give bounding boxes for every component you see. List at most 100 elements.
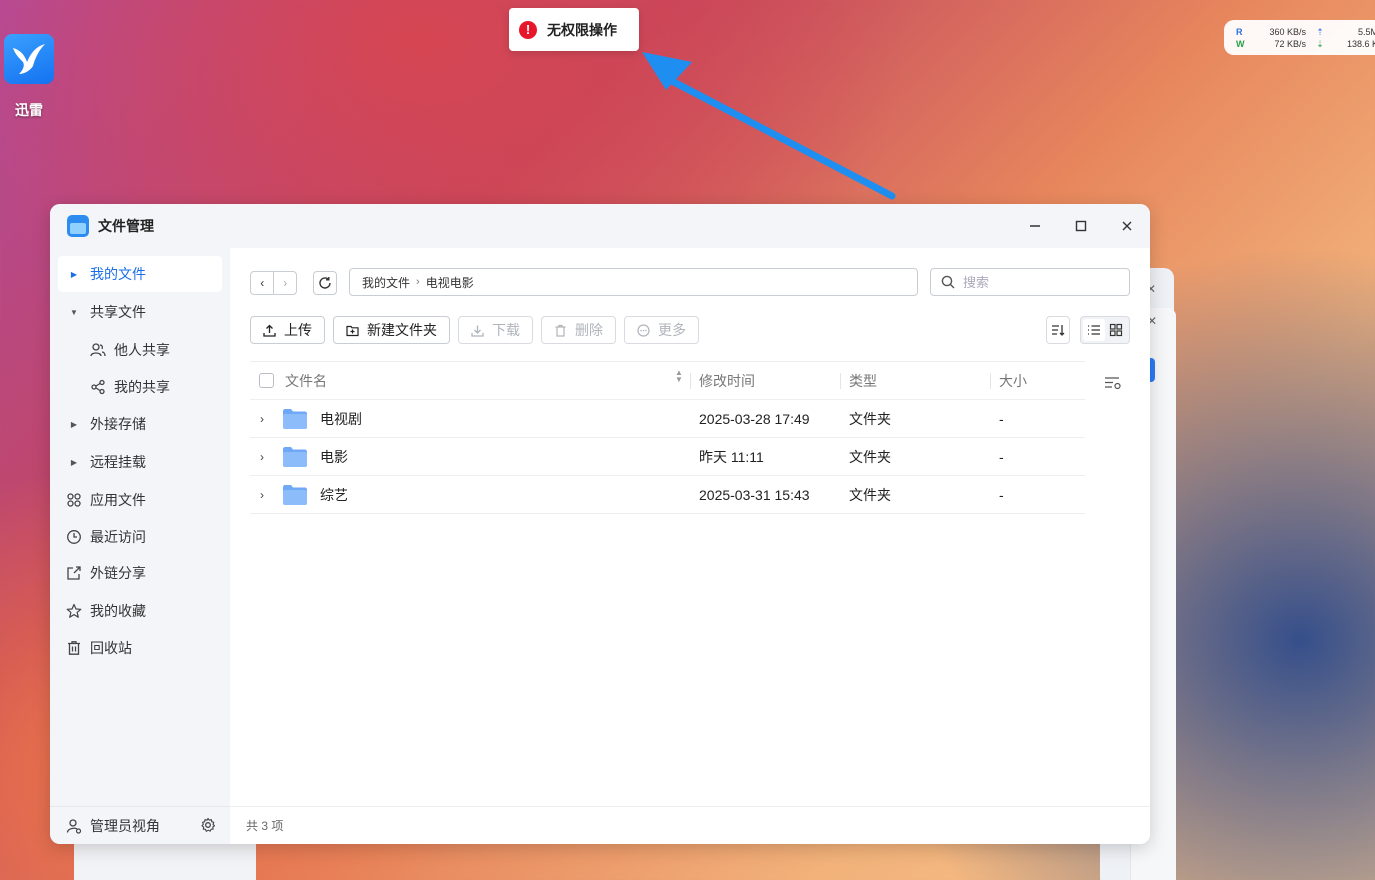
breadcrumb-root[interactable]: 我的文件	[362, 274, 410, 291]
chevron-left-icon: ‹	[260, 276, 265, 290]
table-row[interactable]: › 电视剧 2025-03-28 17:49 文件夹 -	[250, 400, 1085, 438]
file-type: 文件夹	[849, 448, 891, 465]
sidebar: ▶ 我的文件 ▼ 共享文件 他人共享 我的共享 ▶ 外接存储 ▶ 远程挂载 应用…	[50, 248, 230, 844]
delete-button[interactable]: 删除	[541, 316, 616, 344]
gear-icon	[201, 817, 216, 832]
download-button[interactable]: 下载	[458, 316, 533, 344]
sidebar-item-shared-files[interactable]: ▼ 共享文件	[58, 294, 222, 330]
breadcrumb-current[interactable]: 电视电影	[426, 274, 474, 291]
sort-icon	[1052, 325, 1065, 336]
expand-chevron-icon[interactable]: ›	[260, 412, 274, 426]
sort-button[interactable]	[1046, 316, 1070, 344]
settings-gear-button[interactable]	[200, 817, 216, 836]
upload-button[interactable]: 上传	[250, 316, 325, 344]
delete-label: 删除	[575, 322, 603, 338]
sidebar-item-external-storage[interactable]: ▶ 外接存储	[58, 406, 222, 442]
close-icon	[1122, 221, 1132, 231]
annotation-arrow-icon	[642, 52, 896, 200]
desktop-icon-label: 迅雷	[15, 102, 43, 118]
column-modified[interactable]: 修改时间	[690, 372, 840, 389]
refresh-icon	[319, 277, 331, 289]
search-icon	[941, 275, 955, 289]
network-monitor-widget: R 360 KB/s ⇡ 5.5MB W 72 KB/s ⇣ 138.6 KB	[1224, 20, 1375, 55]
background-panel	[74, 843, 256, 880]
users-icon	[86, 342, 110, 358]
read-speed: 360 KB/s	[1269, 27, 1306, 37]
window-title: 文件管理	[98, 218, 154, 234]
bird-icon	[4, 34, 54, 84]
close-button[interactable]	[1104, 204, 1150, 248]
more-icon	[637, 323, 650, 337]
forward-button[interactable]: ›	[273, 272, 296, 294]
admin-user-icon	[66, 818, 82, 834]
file-manager-app-icon	[67, 215, 89, 237]
apps-grid-icon	[62, 492, 86, 508]
write-speed: 72 KB/s	[1274, 39, 1306, 49]
minimize-button[interactable]	[1012, 204, 1058, 248]
title-bar[interactable]: 文件管理	[50, 204, 1150, 248]
sidebar-item-remote-mount[interactable]: ▶ 远程挂载	[58, 444, 222, 480]
more-button[interactable]: 更多	[624, 316, 699, 344]
column-type[interactable]: 类型	[840, 372, 990, 389]
toolbar: 上传 新建文件夹 下载 删除 更多	[250, 316, 699, 344]
file-modified: 昨天 11:11	[699, 448, 764, 465]
expand-chevron-icon[interactable]: ›	[260, 450, 274, 464]
sidebar-item-label: 共享文件	[90, 304, 146, 320]
caret-right-icon: ▶	[70, 269, 78, 279]
file-modified: 2025-03-28 17:49	[699, 410, 810, 427]
sidebar-item-app-files[interactable]: 应用文件	[58, 482, 222, 518]
sidebar-item-my-files[interactable]: ▶ 我的文件	[58, 256, 222, 292]
desktop-icon-xunlei[interactable]: 迅雷	[4, 34, 54, 120]
error-icon: !	[519, 20, 537, 39]
file-name: 电视剧	[320, 410, 362, 427]
column-size[interactable]: 大小	[990, 372, 1085, 389]
breadcrumb[interactable]: 我的文件 › 电视电影	[349, 268, 918, 296]
column-name[interactable]: 文件名 ▲ ▼	[250, 368, 690, 391]
sidebar-item-label: 我的共享	[114, 379, 170, 395]
download-icon	[471, 325, 484, 337]
grid-view-button[interactable]	[1105, 319, 1127, 341]
read-label: R	[1236, 27, 1243, 37]
table-row[interactable]: › 电影 昨天 11:11 文件夹 -	[250, 438, 1085, 476]
download-arrow-icon: ⇣	[1316, 38, 1324, 49]
list-view-icon	[1088, 325, 1100, 335]
search-input[interactable]	[963, 274, 1113, 290]
sort-toggle-icon[interactable]: ▲ ▼	[675, 368, 683, 383]
new-folder-label: 新建文件夹	[367, 322, 437, 338]
sidebar-item-shared-with-me[interactable]: 他人共享	[58, 332, 222, 368]
new-folder-icon	[346, 325, 359, 336]
search-box	[930, 268, 1130, 296]
sidebar-item-label: 应用文件	[90, 492, 146, 508]
admin-view-toggle[interactable]: 管理员视角	[50, 806, 230, 844]
new-folder-button[interactable]: 新建文件夹	[333, 316, 450, 344]
file-size: -	[999, 486, 1004, 503]
column-settings-icon	[1105, 377, 1121, 390]
folder-icon	[283, 408, 307, 429]
table-row[interactable]: › 综艺 2025-03-31 15:43 文件夹 -	[250, 476, 1085, 514]
share-icon	[86, 379, 110, 395]
window-controls	[1012, 204, 1150, 248]
toast-message: 无权限操作	[547, 21, 617, 38]
sidebar-item-label: 外链分享	[90, 565, 146, 581]
sidebar-item-label: 我的文件	[90, 266, 146, 282]
list-view-button[interactable]	[1083, 319, 1105, 341]
minimize-icon	[1030, 225, 1040, 227]
expand-chevron-icon[interactable]: ›	[260, 488, 274, 502]
select-all-checkbox[interactable]	[259, 373, 274, 388]
column-settings-button[interactable]	[1104, 375, 1122, 396]
sidebar-item-recycle-bin[interactable]: 回收站	[58, 630, 222, 666]
content-area: ‹ › 我的文件 › 电视电影 上传 新建文件夹 下载	[230, 248, 1150, 844]
sidebar-item-link-share[interactable]: 外链分享	[58, 555, 222, 591]
sidebar-item-my-shares[interactable]: 我的共享	[58, 369, 222, 405]
column-name-label: 文件名	[285, 372, 327, 389]
sidebar-item-recent[interactable]: 最近访问	[58, 519, 222, 555]
refresh-button[interactable]	[313, 271, 337, 295]
back-button[interactable]: ‹	[251, 272, 273, 294]
caret-down-icon: ▼	[70, 307, 78, 317]
sidebar-item-favorites[interactable]: 我的收藏	[58, 593, 222, 629]
maximize-icon	[1075, 220, 1087, 232]
maximize-button[interactable]	[1058, 204, 1104, 248]
sidebar-item-label: 我的收藏	[90, 603, 146, 619]
admin-view-label: 管理员视角	[90, 817, 160, 834]
star-icon	[62, 603, 86, 619]
